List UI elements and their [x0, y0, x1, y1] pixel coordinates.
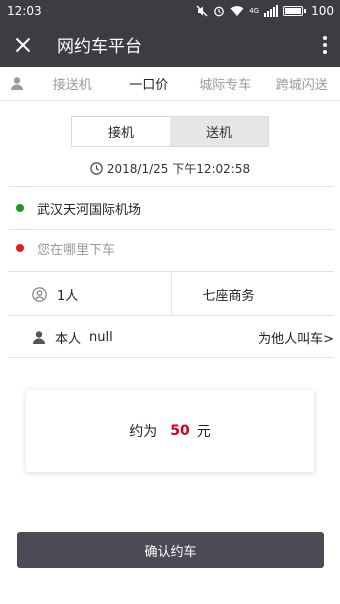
- close-icon: [15, 37, 30, 52]
- user-icon: [11, 77, 23, 90]
- passenger-count-selector[interactable]: 1人: [8, 273, 171, 315]
- title-bar: 网约车平台: [0, 22, 340, 67]
- destination-dot: [16, 244, 24, 252]
- person-icon: [33, 330, 45, 344]
- status-icons: 4G 100: [196, 4, 334, 18]
- confirm-booking-button[interactable]: 确认约车: [17, 532, 324, 568]
- passenger-count: 1人: [57, 288, 79, 304]
- tab-fixed-price[interactable]: 一口价: [111, 74, 188, 93]
- divider: [8, 271, 334, 272]
- divider: [8, 357, 334, 358]
- price-amount: 50: [170, 423, 190, 439]
- pickup-option[interactable]: 接机: [72, 117, 170, 146]
- dropoff-option[interactable]: 送机: [170, 117, 268, 146]
- price-prefix: 约为: [129, 424, 158, 440]
- origin-row[interactable]: 武汉天河国际机场: [8, 188, 334, 228]
- more-button[interactable]: [310, 22, 340, 67]
- tab-airport-transfer[interactable]: 接送机: [34, 74, 111, 93]
- rider-name: null: [89, 329, 113, 345]
- clock-icon: [90, 161, 103, 175]
- trip-options: 1人 七座商务: [8, 273, 334, 315]
- vehicle-type-selector[interactable]: 七座商务: [172, 273, 335, 315]
- page-title: 网约车平台: [57, 37, 142, 57]
- more-vertical-icon: [323, 35, 327, 54]
- battery-level: 100: [311, 4, 334, 18]
- mode-toggle: 接机 送机: [71, 116, 269, 147]
- origin-text: 武汉天河国际机场: [37, 202, 142, 218]
- passenger-icon: [32, 286, 47, 302]
- alarm-icon: [214, 6, 225, 17]
- divider: [8, 315, 334, 316]
- rider-row: 本人 null 为他人叫车>: [8, 317, 334, 357]
- battery-icon: [283, 6, 307, 16]
- rider-label: 本人: [55, 331, 82, 347]
- service-tabs: 接送机 一口价 城际专车 跨城闪送: [0, 67, 340, 101]
- price-estimate-card: 约为 50 元: [26, 390, 314, 472]
- call-for-others-link[interactable]: 为他人叫车>: [258, 328, 334, 347]
- departure-time-value: 2018/1/25 下午12:02:58: [106, 161, 251, 176]
- destination-placeholder: 您在哪里下车: [37, 242, 116, 258]
- tab-cross-city-express[interactable]: 跨城闪送: [264, 74, 340, 93]
- status-bar: 12:03 4G 100: [0, 0, 340, 22]
- profile-button[interactable]: [0, 77, 34, 90]
- tab-intercity-car[interactable]: 城际专车: [187, 74, 264, 93]
- status-time: 12:03: [7, 4, 42, 18]
- price-unit: 元: [196, 424, 211, 440]
- origin-dot: [16, 204, 24, 212]
- vehicle-type: 七座商务: [202, 288, 255, 304]
- mute-icon: [196, 5, 208, 17]
- destination-row[interactable]: 您在哪里下车: [8, 228, 334, 268]
- signal-icon: [264, 5, 279, 17]
- departure-time[interactable]: 2018/1/25 下午12:02:58: [0, 158, 340, 178]
- network-type: 4G: [249, 7, 260, 15]
- wifi-icon: [230, 6, 244, 16]
- divider: [8, 186, 334, 187]
- close-button[interactable]: [0, 22, 45, 67]
